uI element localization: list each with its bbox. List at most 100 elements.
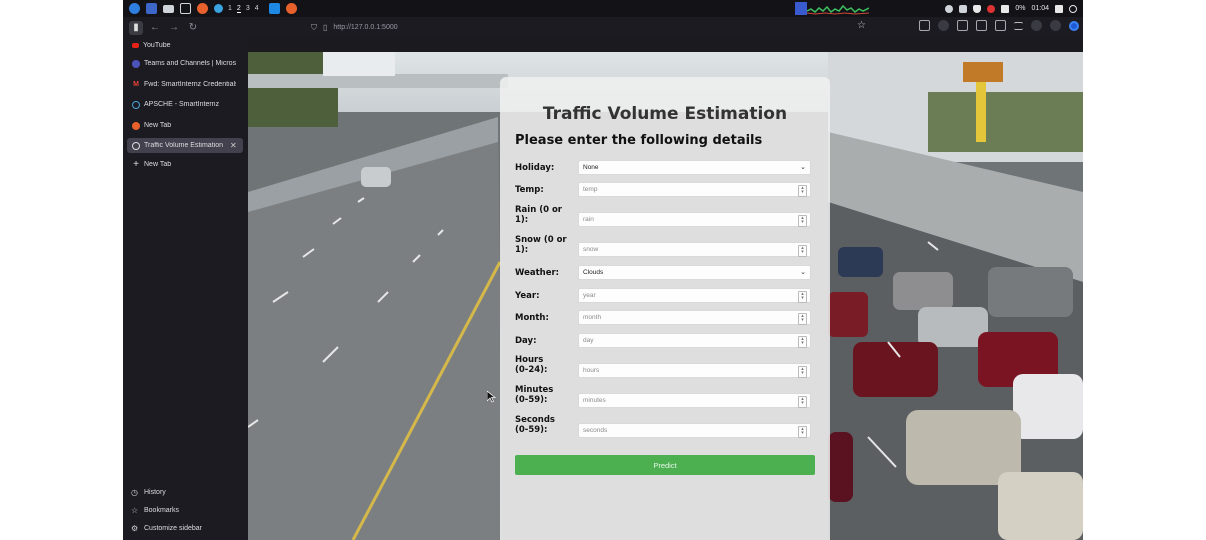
vpn-icon[interactable] xyxy=(1069,20,1079,31)
tab-youtube[interactable]: YouTube xyxy=(127,38,243,53)
tab-new-tab[interactable]: New Tab xyxy=(127,118,243,133)
network-icon[interactable] xyxy=(945,4,954,13)
power-icon[interactable] xyxy=(1069,4,1077,13)
month-stepper[interactable]: ▴ ▾ xyxy=(798,313,807,325)
temp-placeholder: temp xyxy=(583,186,598,193)
sidebar-bookmarks[interactable]: ☆ Bookmarks xyxy=(131,506,179,515)
weather-select[interactable]: Clouds ⌄ xyxy=(578,265,811,280)
workspace-1[interactable]: 1 xyxy=(228,5,232,12)
firefox-icon[interactable] xyxy=(285,3,297,14)
seconds-placeholder: seconds xyxy=(583,427,608,434)
system-tray: 0% 01:04 xyxy=(945,0,1077,17)
year-input[interactable]: year ▴ ▾ xyxy=(578,288,811,303)
clipboard-icon[interactable] xyxy=(1001,4,1010,13)
form-subtitle: Please enter the following details xyxy=(515,133,763,148)
close-tab-icon[interactable]: ✕ xyxy=(230,141,237,150)
record-icon[interactable] xyxy=(987,4,996,13)
tab-label: YouTube xyxy=(143,42,171,49)
firefox-icon xyxy=(132,121,140,130)
profile-icon[interactable] xyxy=(1031,20,1042,31)
new-tab-button[interactable]: + New Tab xyxy=(127,157,243,172)
tab-traffic-volume-estimation[interactable]: Traffic Volume Estimation ✕ xyxy=(127,138,243,153)
container-icon[interactable] xyxy=(957,20,968,31)
tab-label: Traffic Volume Estimation xyxy=(144,142,223,149)
tab-teams[interactable]: Teams and Channels | Microsoft xyxy=(127,56,243,71)
tab-label: New Tab xyxy=(144,161,172,168)
files-icon[interactable] xyxy=(163,4,174,13)
lock-icon[interactable] xyxy=(1055,4,1063,13)
month-input[interactable]: month ▴ ▾ xyxy=(578,310,811,325)
rain-input[interactable]: rain ▴ ▾ xyxy=(578,212,811,227)
hours-input[interactable]: hours ▴ ▾ xyxy=(578,363,811,378)
minutes-input[interactable]: minutes ▴ ▾ xyxy=(578,393,811,408)
url-text[interactable]: http://127.0.0.1:5000 xyxy=(333,24,397,31)
temp-stepper[interactable]: ▴ ▾ xyxy=(798,185,807,197)
url-bar[interactable]: ⛉ ▯ http://127.0.0.1:5000 xyxy=(311,20,871,35)
globe-icon xyxy=(132,141,140,150)
sidebar-toggle-icon[interactable]: ▮ xyxy=(129,20,143,35)
vscode-icon[interactable] xyxy=(268,3,280,14)
tab-apsche[interactable]: APSCHE - SmartInternz xyxy=(127,97,243,112)
holiday-select-value: None xyxy=(583,164,599,171)
snow-placeholder: snow xyxy=(583,246,599,253)
hours-stepper[interactable]: ▴ ▾ xyxy=(798,366,807,378)
seconds-stepper[interactable]: ▴ ▾ xyxy=(798,426,807,438)
month-label: Month: xyxy=(515,313,549,323)
firefox-icon[interactable] xyxy=(197,3,208,14)
bookmark-star-icon[interactable]: ☆ xyxy=(857,20,866,31)
year-label: Year: xyxy=(515,291,540,301)
predict-button[interactable]: Predict xyxy=(515,455,815,475)
seconds-input[interactable]: seconds ▴ ▾ xyxy=(578,423,811,438)
terminal-icon[interactable] xyxy=(180,3,191,14)
day-input[interactable]: day ▴ ▾ xyxy=(578,333,811,348)
forward-arrow-icon[interactable]: → xyxy=(167,21,181,35)
mouse-cursor-icon xyxy=(487,391,496,403)
bookmarks-icon: ☆ xyxy=(131,506,139,515)
menu-icon[interactable] xyxy=(1014,21,1023,30)
snow-stepper[interactable]: ▴ ▾ xyxy=(798,245,807,257)
bell-icon[interactable] xyxy=(973,4,982,13)
holiday-select[interactable]: None ⌄ xyxy=(578,160,811,175)
pocket-icon[interactable] xyxy=(919,20,930,31)
launcher-icon[interactable] xyxy=(129,3,140,14)
seconds-label: Seconds (0-59): xyxy=(515,415,555,435)
battery-status[interactable]: 0% xyxy=(1015,5,1025,12)
minutes-stepper[interactable]: ▴ ▾ xyxy=(798,396,807,408)
desktop-icon[interactable] xyxy=(146,3,157,14)
back-arrow-icon[interactable]: ← xyxy=(148,21,162,35)
clock[interactable]: 01:04 xyxy=(1031,5,1049,12)
sidebar-customize-label: Customize sidebar xyxy=(144,525,202,532)
snow-input[interactable]: snow ▴ ▾ xyxy=(578,242,811,257)
sidebar-history-label: History xyxy=(144,489,166,496)
downloads-icon[interactable] xyxy=(976,20,987,31)
account-icon[interactable] xyxy=(1050,20,1061,31)
workspace-3[interactable]: 3 xyxy=(246,5,250,12)
day-stepper[interactable]: ▴ ▾ xyxy=(798,336,807,348)
sidebar-history[interactable]: ◷ History xyxy=(131,488,166,497)
bluetooth-icon[interactable] xyxy=(959,4,968,13)
sidebar-customize[interactable]: ⚙ Customize sidebar xyxy=(131,524,202,533)
workspace-2[interactable]: 2 xyxy=(236,5,241,13)
minutes-placeholder: minutes xyxy=(583,397,606,404)
browser-toolbar: ▮ ← → ↻ ⛉ ▯ http://127.0.0.1:5000 ☆ xyxy=(123,17,1083,38)
hours-label: Hours (0-24): xyxy=(515,355,548,375)
workspace-4[interactable]: 4 xyxy=(255,5,259,12)
screenshot-icon[interactable] xyxy=(995,20,1006,31)
year-placeholder: year xyxy=(583,292,596,299)
tab-gmail[interactable]: M Fwd: SmartInternz Credentials xyxy=(127,77,243,92)
page-info-icon[interactable]: ▯ xyxy=(323,23,327,32)
app-icon[interactable] xyxy=(214,4,223,13)
weather-select-value: Clouds xyxy=(583,269,604,276)
rain-stepper[interactable]: ▴ ▾ xyxy=(798,215,807,227)
vertical-tabs-sidebar: YouTube Teams and Channels | Microsoft M… xyxy=(123,38,248,540)
temp-input[interactable]: temp ▴ ▾ xyxy=(578,182,811,197)
shield-icon[interactable]: ⛉ xyxy=(311,23,317,33)
tab-label: APSCHE - SmartInternz xyxy=(144,101,220,108)
gear-icon: ⚙ xyxy=(131,524,139,533)
extension-icon[interactable] xyxy=(938,20,949,31)
screen: 1 2 3 4 0% 01:04 ▮ ← → ↻ ⛉ ▯ http://127.… xyxy=(123,0,1083,540)
reload-icon[interactable]: ↻ xyxy=(186,21,200,35)
year-stepper[interactable]: ▴ ▾ xyxy=(798,291,807,303)
tab-label: New Tab xyxy=(144,122,172,129)
sidebar-bookmarks-label: Bookmarks xyxy=(144,507,180,514)
